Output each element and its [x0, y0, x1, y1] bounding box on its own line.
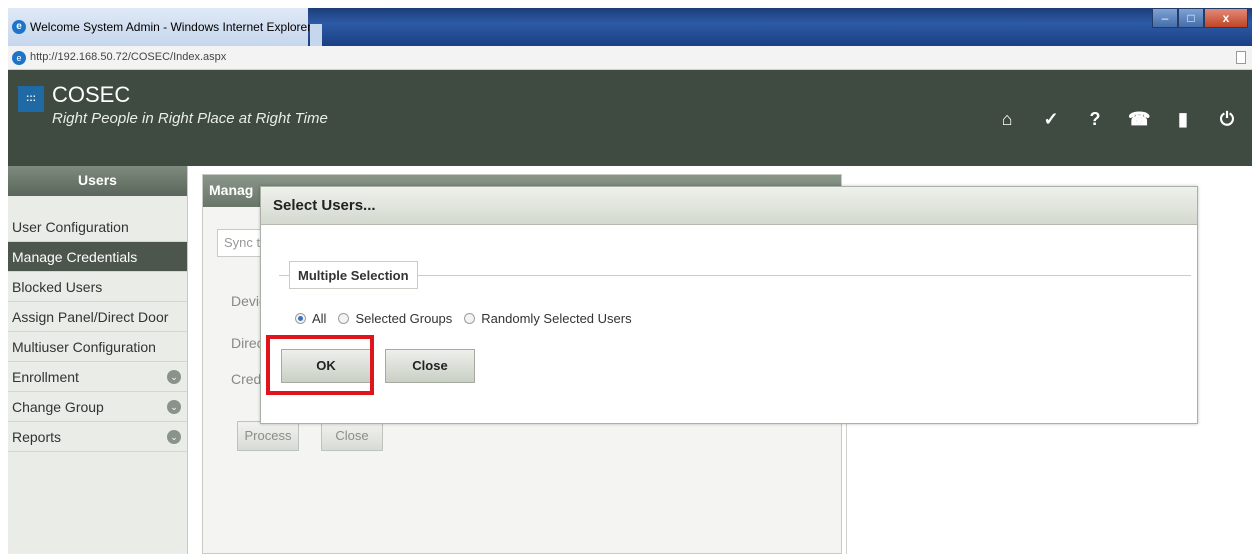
radio-randomly-selected-users[interactable]	[464, 313, 476, 324]
multiple-selection-legend: Multiple Selection	[289, 261, 418, 289]
maximize-button[interactable]: □	[1178, 8, 1204, 28]
panel-close-button[interactable]: Close	[321, 421, 383, 451]
title-bar: e Welcome System Admin - Windows Interne…	[8, 8, 1252, 46]
option-selected-groups-label: Selected Groups	[355, 311, 453, 326]
minimize-button[interactable]: –	[1152, 8, 1178, 28]
ok-button-highlight	[266, 335, 374, 395]
sidebar-title: Users	[8, 166, 187, 196]
sidebar-item-label: Reports	[12, 429, 62, 445]
process-button[interactable]: Process	[237, 421, 299, 451]
tools-icon[interactable]: ✓	[1040, 108, 1062, 130]
app-header: ::: COSEC Right People in Right Place at…	[8, 70, 1252, 166]
sidebar-item-assign-panel[interactable]: Assign Panel/Direct Door	[8, 302, 187, 332]
header-toolbar: ⌂ ✓ ? ☎ ▮ ⏻	[996, 108, 1238, 130]
address-bar: e http://192.168.50.72/COSEC/Index.aspx	[8, 46, 1252, 70]
select-users-dialog: Select Users... Multiple Selection All S…	[260, 186, 1198, 424]
cosec-logo-icon: :::	[18, 86, 44, 112]
option-random-label: Randomly Selected Users	[481, 311, 632, 326]
power-icon[interactable]: ⏻	[1216, 108, 1238, 130]
info-icon[interactable]: ▮	[1172, 108, 1194, 130]
option-selected-groups[interactable]: Selected Groups	[338, 311, 452, 326]
sidebar: Users User Configuration Manage Credenti…	[8, 166, 188, 554]
sidebar-item-label: Change Group	[12, 399, 104, 415]
option-randomly-selected-users[interactable]: Randomly Selected Users	[464, 311, 632, 326]
window-title: Welcome System Admin - Windows Internet …	[30, 20, 312, 34]
app-tagline: Right People in Right Place at Right Tim…	[52, 110, 328, 127]
sidebar-item-reports[interactable]: Reports ⌄	[8, 422, 187, 452]
ie-logo-icon: e	[12, 20, 26, 34]
app-name: COSEC	[52, 82, 131, 107]
phone-icon[interactable]: ☎	[1128, 108, 1150, 130]
home-icon[interactable]: ⌂	[996, 108, 1018, 130]
sidebar-menu: User Configuration Manage Credentials Bl…	[8, 212, 187, 452]
sidebar-item-blocked-users[interactable]: Blocked Users	[8, 272, 187, 302]
direct-label: Direc	[231, 335, 264, 351]
sidebar-item-user-configuration[interactable]: User Configuration	[8, 212, 187, 242]
page-icon	[1236, 51, 1246, 64]
help-icon[interactable]: ?	[1084, 108, 1106, 130]
dialog-title: Select Users...	[261, 187, 1197, 225]
sidebar-item-label: Enrollment	[12, 369, 79, 385]
chevron-down-icon[interactable]: ⌄	[167, 400, 181, 414]
url-text[interactable]: http://192.168.50.72/COSEC/Index.aspx	[30, 51, 226, 63]
dialog-close-button[interactable]: Close	[385, 349, 475, 383]
sidebar-item-multiuser-configuration[interactable]: Multiuser Configuration	[8, 332, 187, 362]
option-all-label: All	[312, 311, 327, 326]
close-window-button[interactable]: x	[1204, 8, 1248, 28]
radio-selected-groups[interactable]	[338, 313, 350, 324]
sidebar-item-change-group[interactable]: Change Group ⌄	[8, 392, 187, 422]
selection-options: All Selected Groups Randomly Selected Us…	[295, 311, 644, 326]
sidebar-item-enrollment[interactable]: Enrollment ⌄	[8, 362, 187, 392]
page-ie-icon: e	[12, 51, 26, 65]
option-all[interactable]: All	[295, 311, 326, 326]
window-controls: – □ x	[1152, 8, 1248, 28]
chevron-down-icon[interactable]: ⌄	[167, 370, 181, 384]
browser-window: e Welcome System Admin - Windows Interne…	[8, 8, 1252, 554]
chevron-down-icon[interactable]: ⌄	[167, 430, 181, 444]
sidebar-item-manage-credentials[interactable]: Manage Credentials	[8, 242, 187, 272]
radio-all[interactable]	[295, 313, 306, 324]
